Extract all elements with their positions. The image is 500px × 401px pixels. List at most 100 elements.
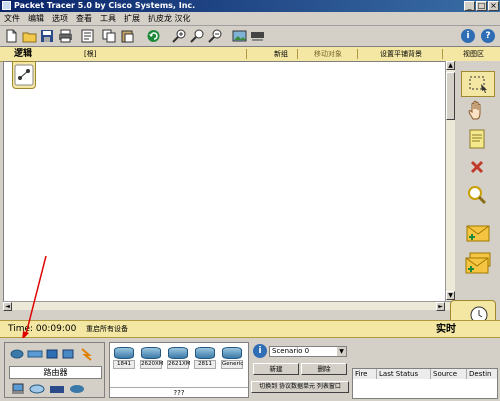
move-object-button[interactable]: 移动对象: [314, 47, 342, 61]
wireless-category-icon[interactable]: [61, 348, 75, 360]
bottom-panel: 路由器 1841 2620XM 2621XM 2811 Generic ??? …: [0, 338, 500, 401]
time-display: Time: 00:09:00: [8, 324, 77, 334]
connections-category-icon[interactable]: [79, 347, 95, 361]
device-1841[interactable]: 1841: [113, 347, 135, 369]
power-cycle-devices-button[interactable]: 重启所有设备: [86, 321, 128, 338]
router-icon: [195, 347, 215, 359]
routers-category-icon[interactable]: [10, 348, 24, 360]
router-icon: [114, 347, 134, 359]
menu-options[interactable]: 选项: [48, 12, 72, 25]
menu-extensions[interactable]: 扩展: [120, 12, 144, 25]
menu-edit[interactable]: 编辑: [24, 12, 48, 25]
new-file-icon[interactable]: [4, 29, 19, 43]
device-category-label: 路由器: [9, 366, 102, 379]
zoom-out-icon[interactable]: [208, 29, 223, 43]
move-hand-icon[interactable]: [461, 99, 495, 125]
set-background-button[interactable]: 设置平铺背景: [380, 47, 422, 61]
delete-icon[interactable]: [461, 155, 495, 181]
router-icon: [141, 347, 161, 359]
scenario-select[interactable]: Scenario 0 ▼: [269, 346, 347, 357]
menu-bar: 文件 编辑 选项 查看 工具 扩展 扒皮龙 汉化: [0, 12, 500, 26]
scroll-left-button[interactable]: ◄: [3, 302, 12, 311]
logical-mode-label[interactable]: 逻辑: [14, 47, 32, 61]
new-scenario-button[interactable]: 新建: [253, 363, 299, 375]
device-2621xm[interactable]: 2621XM: [167, 347, 191, 369]
scenario-panel: i Scenario 0 ▼ 新建 删除 切换到 协议数据单元 列表窗口: [251, 342, 350, 398]
menu-file[interactable]: 文件: [0, 12, 24, 25]
menu-localization[interactable]: 扒皮龙 汉化: [144, 12, 195, 25]
undo-icon[interactable]: [146, 29, 161, 43]
scroll-down-button[interactable]: ▼: [446, 291, 455, 300]
save-icon[interactable]: [40, 29, 55, 43]
device-2620xm[interactable]: 2620XM: [140, 347, 164, 369]
paste-icon[interactable]: [120, 29, 135, 43]
device-generic[interactable]: Generic: [221, 347, 243, 369]
toggle-pdu-list-button[interactable]: 切换到 协议数据单元 列表窗口: [251, 381, 349, 393]
minimize-button[interactable]: _: [464, 1, 475, 11]
info-button[interactable]: i: [461, 29, 475, 43]
topology-icon: [14, 64, 34, 86]
divider: [297, 49, 298, 59]
event-list-table[interactable]: Fire Last Status Source Destin: [352, 368, 498, 399]
end-devices-category-icon[interactable]: [11, 383, 25, 395]
vertical-scrollbar[interactable]: ▲ ▼: [445, 61, 455, 301]
chevron-down-icon[interactable]: ▼: [337, 347, 346, 356]
close-button[interactable]: ×: [488, 1, 499, 11]
zoom-reset-icon[interactable]: [190, 29, 205, 43]
column-last-status[interactable]: Last Status: [377, 369, 431, 379]
window-title: Packet Tracer 5.0 by Cisco Systems, Inc.: [14, 1, 196, 10]
activity-wizard-icon[interactable]: [80, 29, 95, 43]
right-tool-panel: [456, 61, 500, 311]
column-destination[interactable]: Destin: [467, 369, 497, 379]
title-bar: Packet Tracer 5.0 by Cisco Systems, Inc.…: [0, 0, 500, 12]
inspect-icon[interactable]: [461, 183, 495, 209]
new-cluster-button[interactable]: 新组: [274, 47, 288, 61]
hubs-category-icon[interactable]: [45, 348, 59, 360]
delete-scenario-button[interactable]: 删除: [301, 363, 347, 375]
logical-workspace-icon[interactable]: [12, 61, 36, 89]
add-complex-pdu-icon[interactable]: [461, 251, 495, 277]
zoom-in-icon[interactable]: [172, 29, 187, 43]
custom-device-icon[interactable]: [250, 29, 265, 43]
router-icon: [168, 347, 188, 359]
root-button[interactable]: [根]: [84, 47, 96, 61]
custom-devices-category-icon[interactable]: [49, 383, 65, 395]
router-icon: [222, 347, 242, 359]
app-icon: [2, 1, 11, 10]
divider: [442, 49, 443, 59]
divider: [246, 49, 247, 59]
switches-category-icon[interactable]: [27, 348, 43, 360]
viewport-button[interactable]: 视图区: [463, 47, 484, 61]
horizontal-scrollbar[interactable]: ◄ ►: [3, 301, 455, 311]
selected-device-name: ???: [110, 387, 248, 398]
status-bar: Time: 00:09:00 重启所有设备 实时: [0, 320, 500, 338]
copy-icon[interactable]: [102, 29, 117, 43]
device-2811[interactable]: 2811: [194, 347, 216, 369]
help-button[interactable]: ?: [481, 29, 495, 43]
drawing-palette-icon[interactable]: [232, 29, 247, 43]
open-folder-icon[interactable]: [22, 29, 37, 43]
menu-tools[interactable]: 工具: [96, 12, 120, 25]
column-fire[interactable]: Fire: [353, 369, 377, 379]
add-simple-pdu-icon[interactable]: [461, 221, 495, 247]
scenario-info-button[interactable]: i: [253, 344, 267, 358]
select-icon[interactable]: [461, 71, 495, 97]
scroll-thumb[interactable]: [446, 72, 455, 120]
menu-view[interactable]: 查看: [72, 12, 96, 25]
column-source[interactable]: Source: [431, 369, 467, 379]
device-model-box: 1841 2620XM 2621XM 2811 Generic ???: [109, 342, 249, 398]
multiuser-category-icon[interactable]: [69, 383, 85, 395]
scroll-right-button[interactable]: ►: [436, 302, 445, 311]
main-toolbar: i ?: [0, 26, 500, 47]
scroll-up-button[interactable]: ▲: [446, 61, 455, 70]
workspace-bar: 逻辑 [根] 新组 移动对象 设置平铺背景 视图区: [0, 47, 500, 62]
logical-workspace-canvas[interactable]: [3, 61, 447, 303]
realtime-mode-label[interactable]: 实时: [436, 321, 456, 338]
wan-emulation-category-icon[interactable]: [29, 383, 45, 395]
print-icon[interactable]: [58, 29, 73, 43]
device-category-box: 路由器: [4, 342, 105, 398]
note-icon[interactable]: [461, 127, 495, 153]
divider: [357, 49, 358, 59]
maximize-button[interactable]: □: [476, 1, 487, 11]
scenario-select-value: Scenario 0: [272, 347, 310, 355]
